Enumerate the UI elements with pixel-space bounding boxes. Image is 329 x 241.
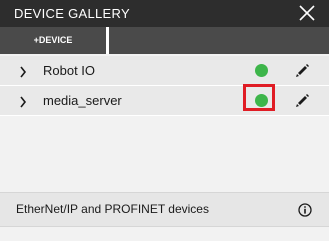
- info-icon[interactable]: [298, 203, 312, 217]
- status-dot-online: [255, 64, 268, 77]
- status-highlight-box: [243, 84, 275, 111]
- device-gallery-panel: DEVICE GALLERY +DEVICE Robot IO media_se…: [0, 0, 329, 241]
- footer-bar: EtherNet/IP and PROFINET devices: [0, 192, 329, 227]
- footer-text: EtherNet/IP and PROFINET devices: [16, 202, 209, 216]
- device-row-robot-io[interactable]: Robot IO: [0, 56, 329, 86]
- edit-pencil-icon[interactable]: [295, 93, 310, 108]
- device-list: Robot IO media_server: [0, 56, 329, 116]
- device-row-media-server[interactable]: media_server: [0, 86, 329, 116]
- toolbar-divider: [106, 27, 109, 54]
- chevron-right-icon[interactable]: [19, 95, 27, 108]
- add-device-button[interactable]: +DEVICE: [0, 27, 106, 54]
- title-bar: DEVICE GALLERY: [0, 0, 329, 27]
- device-name: media_server: [43, 93, 122, 108]
- chevron-right-icon[interactable]: [19, 65, 27, 78]
- device-name: Robot IO: [43, 63, 96, 78]
- close-icon[interactable]: [297, 3, 317, 23]
- edit-pencil-icon[interactable]: [295, 63, 310, 78]
- toolbar: +DEVICE: [0, 27, 329, 54]
- window-title: DEVICE GALLERY: [14, 6, 130, 21]
